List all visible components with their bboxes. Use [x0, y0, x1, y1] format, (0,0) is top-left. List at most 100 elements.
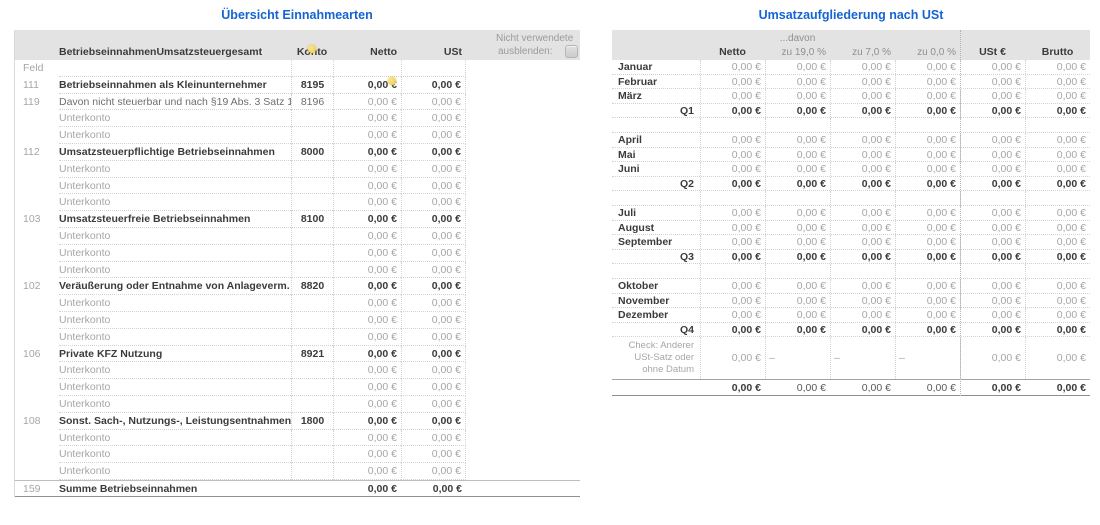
cell-name[interactable]: Unterkonto	[59, 161, 291, 178]
cell-v1[interactable]	[700, 264, 765, 278]
cell-v1[interactable]: 0,00 €	[700, 293, 765, 308]
cell-v5[interactable]: 0,00 €	[960, 380, 1025, 395]
cell-ust[interactable]: 0,00 €	[401, 227, 466, 245]
cell-name[interactable]: Umsatzsteuerfreie Betriebseinnahmen	[59, 211, 291, 228]
cell-v2[interactable]	[765, 264, 830, 278]
cell-netto[interactable]: 0,00 €	[333, 446, 401, 464]
cell-v2[interactable]: 0,00 €	[765, 103, 830, 118]
cell-label[interactable]: November	[612, 294, 700, 308]
cell-v6[interactable]: 0,00 €	[1025, 380, 1090, 395]
cell-v2[interactable]: 0,00 €	[765, 60, 830, 74]
cell-v3[interactable]: 0,00 €	[830, 278, 895, 293]
cell-label[interactable]: Q1	[612, 104, 700, 118]
cell-netto[interactable]: 0,00 €	[333, 328, 401, 346]
cell-netto[interactable]: 0,00 €	[333, 481, 401, 496]
cell-v6[interactable]: 0,00 €	[1025, 103, 1090, 118]
cell-v6[interactable]: 0,00 €	[1025, 74, 1090, 89]
cell-ust[interactable]: 0,00 €	[401, 463, 466, 480]
cell-v3[interactable]: 0,00 €	[830, 235, 895, 249]
cell-name[interactable]: Unterkonto	[59, 262, 291, 279]
cell-v2[interactable]: 0,00 €	[765, 220, 830, 235]
cell-label[interactable]: Dezember	[612, 308, 700, 322]
cell-v6[interactable]: 0,00 €	[1025, 322, 1090, 337]
cell-netto[interactable]: 0,00 €	[333, 362, 401, 380]
cell-v6[interactable]: 0,00 €	[1025, 337, 1090, 380]
cell-netto[interactable]: 0,00 €	[333, 311, 401, 329]
cell-konto[interactable]	[291, 446, 333, 464]
cell-label[interactable]	[612, 264, 700, 278]
cell-v2[interactable]: 0,00 €	[765, 74, 830, 89]
cell-label[interactable]: Q2	[612, 177, 700, 191]
cell-v4[interactable]	[895, 118, 960, 132]
cell-v1[interactable]: 0,00 €	[700, 60, 765, 74]
cell-v3[interactable]: 0,00 €	[830, 176, 895, 191]
cell-ust[interactable]: 0,00 €	[401, 429, 466, 447]
cell-ust[interactable]: 0,00 €	[401, 345, 466, 363]
cell-netto[interactable]: 0,00 €	[333, 143, 401, 161]
cell-ust[interactable]: 0,00 €	[401, 481, 466, 496]
cell-label[interactable]	[612, 191, 700, 205]
cell-netto[interactable]: 0,00 €	[333, 412, 401, 430]
cell-name[interactable]	[59, 60, 291, 77]
cell-name[interactable]: Unterkonto	[59, 110, 291, 128]
cell-name[interactable]: Summe Betriebseinnahmen	[59, 481, 291, 496]
cell-v2[interactable]: 0,00 €	[765, 322, 830, 337]
cell-ust[interactable]: 0,00 €	[401, 177, 466, 195]
cell-konto[interactable]	[291, 463, 333, 480]
cell-v2[interactable]: –	[765, 337, 830, 380]
cell-v5[interactable]: 0,00 €	[960, 162, 1025, 176]
cell-v2[interactable]	[765, 191, 830, 205]
cell-v2[interactable]	[765, 118, 830, 132]
cell-v4[interactable]: 0,00 €	[895, 220, 960, 235]
cell-ust[interactable]: 0,00 €	[401, 328, 466, 346]
comment-indicator-icon[interactable]	[388, 77, 396, 85]
cell-konto[interactable]	[291, 311, 333, 329]
cell-v6[interactable]	[1025, 118, 1090, 132]
cell-v5[interactable]: 0,00 €	[960, 308, 1025, 322]
cell-v1[interactable]: 0,00 €	[700, 249, 765, 264]
cell-v6[interactable]: 0,00 €	[1025, 60, 1090, 74]
cell-netto[interactable]: 0,00 €	[333, 177, 401, 195]
cell-v3[interactable]: 0,00 €	[830, 162, 895, 176]
cell-v6[interactable]: 0,00 €	[1025, 176, 1090, 191]
cell-v4[interactable]: 0,00 €	[895, 74, 960, 89]
cell-label[interactable]: August	[612, 221, 700, 235]
cell-name[interactable]: Unterkonto	[59, 228, 291, 245]
cell-konto[interactable]	[291, 227, 333, 245]
cell-v1[interactable]: 0,00 €	[700, 220, 765, 235]
cell-name[interactable]: Unterkonto	[59, 362, 291, 380]
cell-netto[interactable]: 0,00 €	[333, 295, 401, 312]
cell-label[interactable]: Oktober	[612, 279, 700, 293]
cell-ust[interactable]: 0,00 €	[401, 93, 466, 111]
cell-konto[interactable]: 8000	[291, 143, 333, 161]
cell-v4[interactable]: 0,00 €	[895, 380, 960, 395]
cell-konto[interactable]	[291, 379, 333, 396]
cell-v4[interactable]: 0,00 €	[895, 278, 960, 293]
cell-netto[interactable]: 0,00 €	[333, 211, 401, 228]
cell-v3[interactable]: 0,00 €	[830, 74, 895, 89]
cell-v4[interactable]: 0,00 €	[895, 132, 960, 147]
cell-v1[interactable]: 0,00 €	[700, 308, 765, 322]
cell-v2[interactable]: 0,00 €	[765, 132, 830, 147]
cell-v1[interactable]: 0,00 €	[700, 147, 765, 162]
cell-v4[interactable]	[895, 264, 960, 278]
cell-ust[interactable]	[401, 60, 466, 77]
cell-netto[interactable]: 0,00 €	[333, 429, 401, 447]
cell-netto[interactable]: 0,00 €	[333, 93, 401, 111]
cell-v5[interactable]: 0,00 €	[960, 60, 1025, 74]
cell-v3[interactable]: 0,00 €	[830, 220, 895, 235]
cell-v2[interactable]: 0,00 €	[765, 89, 830, 103]
cell-v6[interactable]: 0,00 €	[1025, 293, 1090, 308]
cell-ust[interactable]: 0,00 €	[401, 395, 466, 413]
cell-netto[interactable]: 0,00 €	[333, 463, 401, 480]
cell-v3[interactable]	[830, 264, 895, 278]
cell-netto[interactable]: 0,00 €	[333, 227, 401, 245]
cell-ust[interactable]: 0,00 €	[401, 412, 466, 430]
cell-v3[interactable]: 0,00 €	[830, 89, 895, 103]
cell-v5[interactable]: 0,00 €	[960, 235, 1025, 249]
comment-indicator-icon[interactable]	[308, 45, 316, 53]
cell-konto[interactable]: 8196	[291, 93, 333, 111]
cell-v5[interactable]: 0,00 €	[960, 205, 1025, 220]
cell-label[interactable]: Juni	[612, 162, 700, 176]
cell-v5[interactable]: 0,00 €	[960, 220, 1025, 235]
